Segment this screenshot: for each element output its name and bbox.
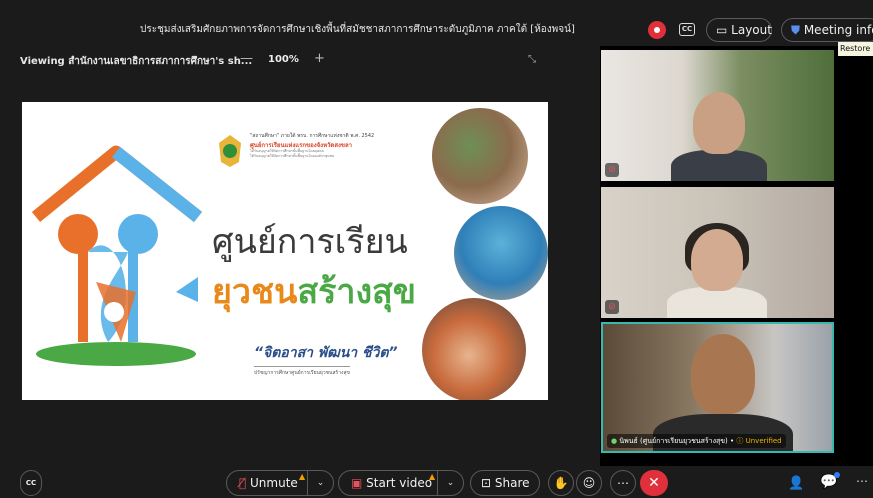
- participant-tile-2[interactable]: ⊘: [601, 187, 834, 318]
- slide-quote: “จิตอาสา พัฒนา ชีวิต”: [254, 345, 398, 361]
- unmute-button[interactable]: 🎙̸ Unmute ▲ ⌄: [226, 470, 334, 496]
- project-logo-icon: [31, 145, 203, 366]
- slide-photo-1: [432, 108, 528, 204]
- start-video-label: Start video: [366, 476, 433, 490]
- meeting-title: ประชุมส่งเสริมศักยภาพการจัดการศึกษาเชิงพ…: [140, 24, 575, 35]
- slide-quote-caption: ปรัชญาการศึกษาศูนย์การเรียนยุวชนสร้างสุข: [254, 366, 350, 377]
- unmute-options-caret[interactable]: ⌄: [307, 471, 333, 495]
- viewing-label: Viewing สำนักงานเลขาธิการสภาการศึกษา's s…: [20, 56, 253, 67]
- share-icon: ⊡: [481, 476, 495, 490]
- slide-header-line3: ได้รับอนุญาตให้จัดการศึกษาขั้นพื้นฐานโดย…: [250, 149, 335, 158]
- participant-body: [671, 150, 767, 181]
- zoom-level: 100%: [268, 54, 299, 65]
- video-off-icon: ▣: [351, 476, 367, 490]
- slide-photo-2: [454, 206, 548, 300]
- share-view-bar: Viewing สำนักงานเลขาธิการสภาการศึกษา's s…: [0, 46, 600, 74]
- start-video-button[interactable]: ▣ Start video ▲ ⌄: [338, 470, 464, 496]
- participant-face: [691, 334, 755, 414]
- participants-icon[interactable]: 👤: [788, 476, 804, 491]
- slide-title-line2: ยุวชนสร้างสุข: [212, 272, 417, 312]
- participant-tile-3-active-speaker[interactable]: ● นิพนธ์ (ศูนย์การเรียนยุวชนสร้างสุข) • …: [601, 322, 834, 453]
- participant-tile-1[interactable]: ⊘: [601, 50, 834, 181]
- warning-icon: ▲: [299, 472, 306, 481]
- reactions-icon[interactable]: ☺: [576, 470, 602, 496]
- closed-captions-icon[interactable]: CC: [679, 23, 695, 36]
- mic-off-icon: 🎙̸: [239, 476, 251, 490]
- share-button[interactable]: ⊡ Share: [470, 470, 540, 496]
- meeting-info-label: Meeting info: [803, 23, 873, 37]
- zoom-out-button[interactable]: —: [240, 51, 253, 66]
- layout-icon: ▭: [716, 23, 732, 37]
- restore-tooltip: Restore U: [838, 42, 873, 56]
- zoom-in-button[interactable]: +: [314, 51, 325, 66]
- office-emblem-icon: [217, 134, 243, 168]
- control-bar: CC 🎙̸ Unmute ▲ ⌄ ▣ Start video ▲ ⌄ ⊡ Sha…: [0, 466, 873, 498]
- participant-body: [667, 287, 767, 318]
- slide-title-line1: ศูนย์การเรียน: [212, 222, 408, 262]
- unverified-status: ⓘ Unverified: [736, 437, 782, 445]
- unmute-label: Unmute: [250, 476, 298, 490]
- raise-hand-icon[interactable]: ✋: [548, 470, 574, 496]
- more-options-icon[interactable]: ⋯: [610, 470, 636, 496]
- participant-name-label: ● นิพนธ์ (ศูนย์การเรียนยุวชนสร้างสุข) • …: [607, 434, 786, 448]
- leave-meeting-icon[interactable]: ✕: [640, 470, 668, 496]
- recording-icon[interactable]: [648, 21, 666, 39]
- warning-icon: ▲: [429, 472, 436, 481]
- chat-notification-dot: [834, 472, 840, 478]
- overflow-menu-icon[interactable]: ⋯: [856, 474, 868, 488]
- meeting-info-button[interactable]: ⛊ Meeting info: [781, 18, 873, 42]
- share-label: Share: [494, 476, 530, 490]
- layout-button[interactable]: ▭ Layout: [706, 18, 772, 42]
- expand-icon[interactable]: ⤡: [528, 54, 536, 65]
- participant-face: [691, 229, 743, 291]
- slide-header-line1: "สถานศึกษา" ภายใต้ พรบ. การศึกษาแห่งชาติ…: [250, 133, 375, 139]
- captions-button[interactable]: CC: [20, 470, 42, 496]
- mic-on-icon: ●: [611, 437, 618, 445]
- shared-screen-area: "สถานศึกษา" ภายใต้ พรบ. การศึกษาแห่งชาติ…: [0, 74, 600, 466]
- layout-label: Layout: [731, 23, 772, 37]
- mic-off-icon: ⊘: [605, 300, 619, 314]
- shield-icon: ⛊: [791, 23, 804, 37]
- top-bar: ประชุมส่งเสริมศักยภาพการจัดการศึกษาเชิงพ…: [0, 0, 873, 56]
- mic-off-icon: ⊘: [605, 163, 619, 177]
- shared-slide: "สถานศึกษา" ภายใต้ พรบ. การศึกษาแห่งชาติ…: [22, 102, 548, 400]
- slide-photo-3: [422, 298, 526, 400]
- participant-face: [693, 92, 745, 154]
- video-options-caret[interactable]: ⌄: [437, 471, 463, 495]
